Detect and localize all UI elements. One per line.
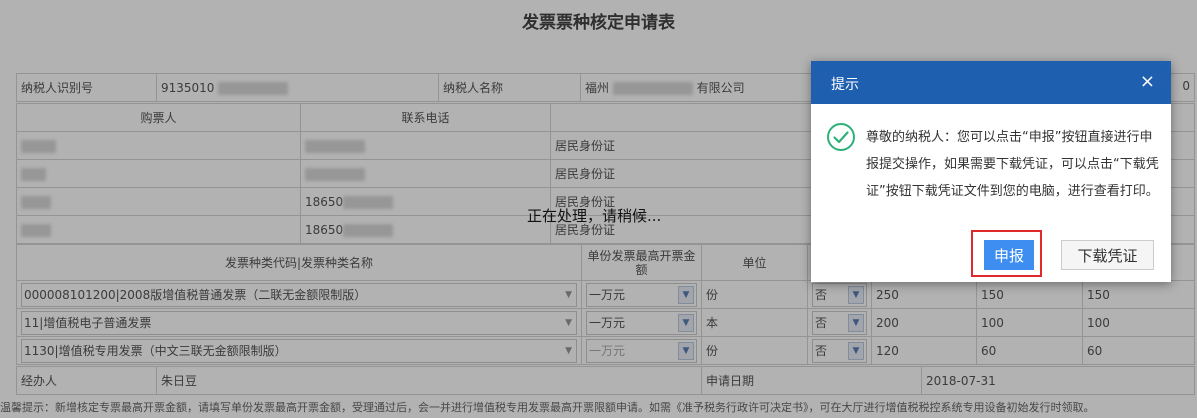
dialog-header: 提示 × (811, 61, 1171, 104)
download-voucher-button[interactable]: 下载凭证 (1061, 240, 1154, 270)
dialog-title: 提示 (831, 77, 859, 93)
dialog-message: 尊敬的纳税人：您可以点击“申报”按钮直接进行申报提交操作，如果需要下载凭证，可以… (866, 130, 1159, 199)
processing-text: 正在处理，请稍候... (527, 207, 662, 225)
highlight-box (971, 230, 1042, 277)
close-icon[interactable]: × (1140, 71, 1155, 92)
check-circle-icon (827, 123, 855, 151)
